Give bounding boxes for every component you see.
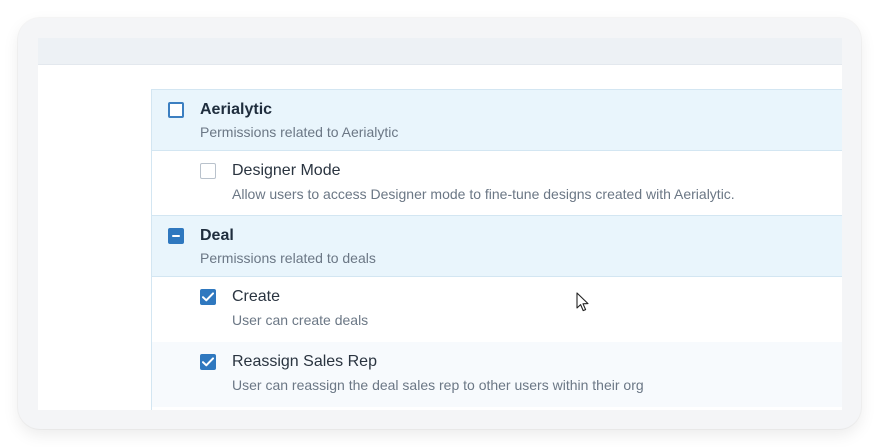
- permission-item-reassign-sales-rep: Reassign Sales Rep User can reassign the…: [152, 342, 842, 407]
- check-icon: [202, 292, 214, 302]
- panel-header-bar: [38, 38, 842, 65]
- group-title: Aerialytic: [200, 101, 273, 118]
- permissions-panel: Aerialytic Permissions related to Aerial…: [38, 38, 842, 410]
- group-checkbox-aerialytic[interactable]: [168, 102, 184, 118]
- group-subtitle: Permissions related to Aerialytic: [200, 124, 399, 140]
- permissions-tree: Aerialytic Permissions related to Aerial…: [151, 89, 842, 410]
- permission-checkbox-reassign-sales-rep[interactable]: [200, 354, 216, 370]
- permission-item-create: Create User can create deals: [152, 277, 842, 342]
- permission-name: Designer Mode: [232, 162, 341, 179]
- group-checkbox-deal[interactable]: [168, 228, 184, 244]
- check-icon: [202, 357, 214, 367]
- permission-description: User can reassign the deal sales rep to …: [232, 377, 644, 393]
- mouse-pointer-icon: [576, 292, 589, 312]
- group-subtitle: Permissions related to deals: [200, 250, 376, 266]
- permission-description: Allow users to access Designer mode to f…: [232, 186, 735, 202]
- permission-group-aerialytic: Aerialytic Permissions related to Aerial…: [152, 89, 842, 151]
- permission-name: Reassign Sales Rep: [232, 353, 377, 370]
- group-title: Deal: [200, 227, 234, 244]
- permission-name: Create: [232, 288, 281, 305]
- permission-group-deal: Deal Permissions related to deals: [152, 215, 842, 277]
- minus-icon: [172, 235, 180, 237]
- permission-item-designer-mode: Designer Mode Allow users to access Desi…: [152, 151, 842, 216]
- permission-checkbox-create[interactable]: [200, 289, 216, 305]
- permission-description: User can create deals: [232, 312, 369, 328]
- permission-checkbox-designer-mode[interactable]: [200, 163, 216, 179]
